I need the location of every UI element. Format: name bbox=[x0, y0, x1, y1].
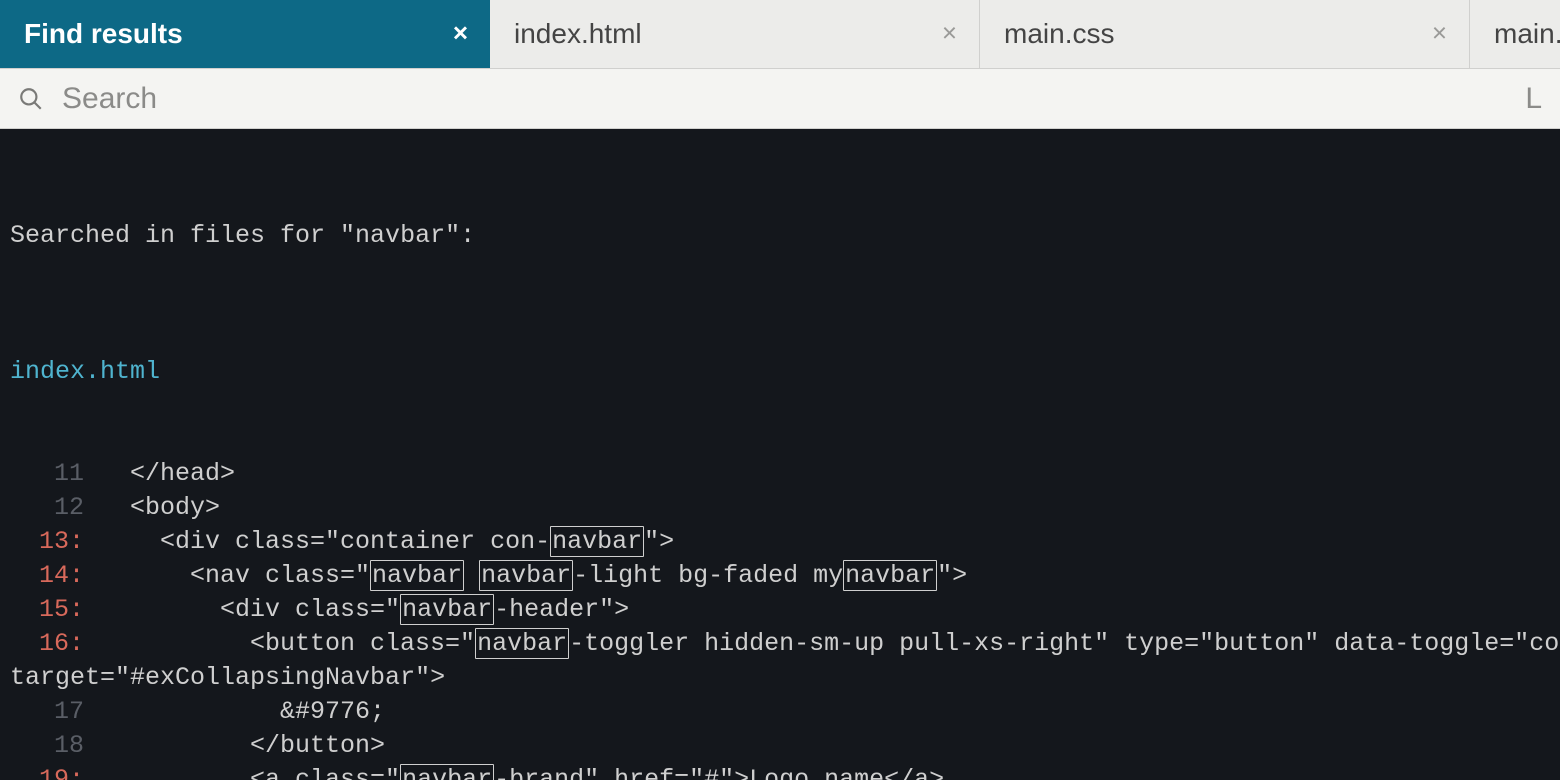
line-number: 11 bbox=[10, 457, 100, 491]
result-line[interactable]: 15: <div class="navbar-header"> bbox=[10, 593, 1560, 627]
code-text: <div class="navbar-header"> bbox=[100, 593, 629, 627]
tab-find-results[interactable]: Find results × bbox=[0, 0, 490, 68]
line-number: 18 bbox=[10, 729, 100, 763]
match-highlight: navbar bbox=[400, 764, 494, 780]
result-line[interactable]: 18 </button> bbox=[10, 729, 1560, 763]
tab-main-truncated[interactable]: main. bbox=[1470, 0, 1560, 68]
tab-label: index.html bbox=[514, 18, 642, 50]
line-number: 15: bbox=[10, 593, 100, 627]
match-highlight: navbar bbox=[400, 594, 494, 625]
close-icon[interactable]: × bbox=[453, 20, 468, 46]
result-line[interactable]: 14: <nav class="navbar navbar-light bg-f… bbox=[10, 559, 1560, 593]
code-text: <nav class="navbar navbar-light bg-faded… bbox=[100, 559, 967, 593]
line-number: 13: bbox=[10, 525, 100, 559]
line-number: 16: bbox=[10, 627, 100, 661]
close-icon[interactable]: × bbox=[942, 20, 957, 46]
line-number: 17 bbox=[10, 695, 100, 729]
result-line-wrap[interactable]: target="#exCollapsingNavbar"> bbox=[10, 661, 1560, 695]
code-text: <button class="navbar-toggler hidden-sm-… bbox=[100, 627, 1560, 661]
line-number: 19: bbox=[10, 763, 100, 780]
tab-main-css[interactable]: main.css × bbox=[980, 0, 1470, 68]
results-summary: Searched in files for "navbar": bbox=[10, 219, 1560, 287]
match-highlight: navbar bbox=[479, 560, 573, 591]
tab-label: main.css bbox=[1004, 18, 1114, 50]
code-text: &#9776; bbox=[100, 695, 385, 729]
match-highlight: navbar bbox=[550, 526, 644, 557]
result-line[interactable]: 19: <a class="navbar-brand" href="#">Log… bbox=[10, 763, 1560, 780]
tab-index-html[interactable]: index.html × bbox=[490, 0, 980, 68]
result-line[interactable]: 11 </head> bbox=[10, 457, 1560, 491]
match-highlight: navbar bbox=[370, 560, 464, 591]
search-bar: L bbox=[0, 69, 1560, 129]
line-number: 14: bbox=[10, 559, 100, 593]
code-text: </button> bbox=[100, 729, 385, 763]
code-text: <div class="container con-navbar"> bbox=[100, 525, 674, 559]
search-icon bbox=[18, 86, 44, 112]
code-text: <a class="navbar-brand" href="#">Logo na… bbox=[100, 763, 944, 780]
results-lines: 11 </head>12 <body>13: <div class="conta… bbox=[10, 457, 1560, 780]
results-panel[interactable]: Searched in files for "navbar": index.ht… bbox=[0, 129, 1560, 780]
close-icon[interactable]: × bbox=[1432, 20, 1447, 46]
result-line[interactable]: 12 <body> bbox=[10, 491, 1560, 525]
line-number: 12 bbox=[10, 491, 100, 525]
code-text: <body> bbox=[100, 491, 220, 525]
search-trailing-hint: L bbox=[1509, 82, 1542, 116]
code-text: </head> bbox=[100, 457, 235, 491]
results-filename[interactable]: index.html bbox=[10, 355, 1560, 389]
result-line[interactable]: 17 &#9776; bbox=[10, 695, 1560, 729]
search-input[interactable] bbox=[62, 69, 1509, 128]
tab-label: main. bbox=[1494, 18, 1560, 50]
result-line[interactable]: 16: <button class="navbar-toggler hidden… bbox=[10, 627, 1560, 661]
code-text: target="#exCollapsingNavbar"> bbox=[10, 661, 445, 695]
match-highlight: navbar bbox=[475, 628, 569, 659]
match-highlight: navbar bbox=[843, 560, 937, 591]
result-line[interactable]: 13: <div class="container con-navbar"> bbox=[10, 525, 1560, 559]
tab-bar: Find results × index.html × main.css × m… bbox=[0, 0, 1560, 69]
tab-label: Find results bbox=[24, 18, 183, 50]
